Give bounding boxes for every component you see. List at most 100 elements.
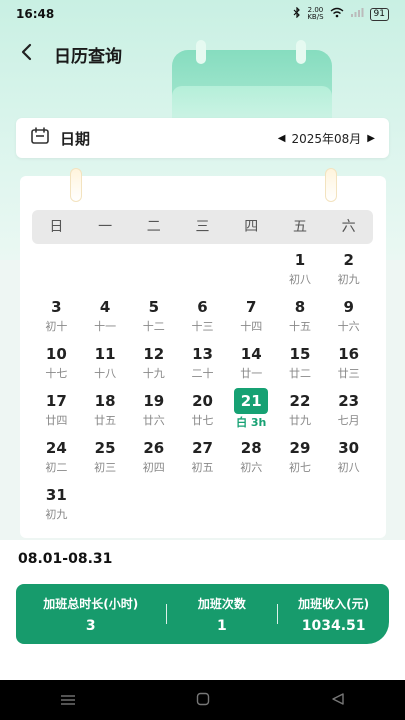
calendar-icon: [30, 126, 50, 150]
calendar-day[interactable]: 28 初六: [227, 438, 276, 485]
day-number: 19: [143, 392, 165, 410]
calendar-day[interactable]: 10 十七: [32, 344, 81, 391]
day-number: 9: [343, 298, 354, 316]
day-number: 30: [338, 439, 360, 457]
calendar-day[interactable]: 23 七月: [324, 391, 373, 438]
lunar-date: 初三: [94, 461, 117, 474]
day-number: 20: [192, 392, 213, 410]
app-header: 日历查询: [0, 36, 405, 72]
lunar-date: 七月: [337, 414, 360, 427]
lunar-date: 初七: [288, 461, 311, 474]
calendar-day[interactable]: 18 廿五: [81, 391, 130, 438]
lunar-date: 十四: [240, 320, 263, 333]
calendar-day[interactable]: 14 廿一: [227, 344, 276, 391]
back-arrow-icon: [20, 43, 32, 65]
calendar-day[interactable]: 17 廿四: [32, 391, 81, 438]
triangle-right-icon[interactable]: ▶: [367, 133, 375, 144]
calendar-day[interactable]: 24 初二: [32, 438, 81, 485]
calendar-day[interactable]: 8 十五: [276, 297, 325, 344]
calendar-week-row: 3 初十 4 十一 5 十二 6 十三 7 十四 8 十五 9 十六: [32, 297, 373, 344]
calendar-day[interactable]: 20 廿七: [178, 391, 227, 438]
lunar-date: 十二: [142, 320, 165, 333]
triangle-left-icon[interactable]: ◀: [278, 133, 286, 144]
calendar-empty-cell: [178, 250, 227, 297]
summary-label: 加班收入(元): [298, 596, 370, 611]
calendar-day[interactable]: 25 初三: [81, 438, 130, 485]
day-number: 5: [148, 298, 160, 316]
weekday-label: 日: [49, 219, 64, 235]
lunar-date: 十八: [94, 367, 117, 380]
calendar-day[interactable]: 26 初四: [129, 438, 178, 485]
date-range-label: 08.01-08.31: [18, 551, 113, 567]
calendar-day[interactable]: 15 廿二: [276, 344, 325, 391]
lunar-date: 十六: [337, 320, 360, 333]
status-time: 16:48: [16, 7, 55, 21]
calendar-day[interactable]: 1 初八: [276, 250, 325, 297]
summary-value: 1034.51: [301, 617, 366, 634]
battery-indicator: 91: [369, 7, 389, 21]
day-number: 6: [197, 298, 208, 316]
calendar-day[interactable]: 16 廿三: [324, 344, 373, 391]
weekday-label: 二: [146, 219, 161, 235]
date-selector-bar: 日期 ◀ 2025年08月 ▶: [16, 118, 389, 158]
calendar-week-row: 1 初八 2 初九: [32, 250, 373, 297]
signal-icon: [350, 7, 364, 21]
status-bar: 16:48 2.00 KB/S 91: [0, 0, 405, 28]
net-speed: 2.00 KB/S: [307, 6, 324, 21]
day-number: 3: [51, 298, 62, 316]
current-month[interactable]: 2025年08月: [291, 130, 361, 147]
day-number: 25: [94, 439, 116, 457]
calendar-day[interactable]: 30 初八: [324, 438, 373, 485]
lunar-date: 初九: [45, 508, 68, 521]
calendar-empty-cell: [129, 250, 178, 297]
calendar-day[interactable]: 4 十一: [81, 297, 130, 344]
menu-icon[interactable]: [60, 691, 76, 710]
day-number: 4: [99, 298, 111, 316]
day-number: 18: [94, 392, 116, 410]
calendar-day[interactable]: 5 十二: [129, 297, 178, 344]
lunar-date: 初八: [337, 461, 360, 474]
calendar-day-selected[interactable]: 21 白 3h: [227, 388, 276, 438]
calendar-day[interactable]: 13 二十: [178, 344, 227, 391]
day-number: 12: [143, 345, 165, 363]
summary-label: 加班总时长(小时): [43, 596, 139, 611]
day-number: 11: [94, 345, 116, 363]
status-icons: 2.00 KB/S 91: [293, 7, 389, 21]
lunar-date: 初四: [142, 461, 165, 474]
day-number: 8: [294, 298, 306, 316]
lunar-date: 初八: [288, 273, 311, 286]
wifi-icon: [330, 7, 344, 21]
calendar-day[interactable]: 3 初十: [32, 297, 81, 344]
calendar-grid: 1 初八 2 初九 3 初十 4 十一 5 十二 6 十三 7 十四 8 十五 9 十六 10 十七 11 十八 12 十九 1…: [32, 250, 373, 532]
overtime-summary: 加班总时长(小时) 3 加班次数 1 加班收入(元) 1034.51: [16, 584, 389, 644]
lunar-date: 初六: [240, 461, 263, 474]
system-nav-bar: [0, 680, 405, 720]
calendar-day[interactable]: 7 十四: [227, 297, 276, 344]
lunar-date: 廿三: [337, 367, 360, 380]
calendar-day[interactable]: 31 初九: [32, 485, 81, 532]
calendar-day[interactable]: 19 廿六: [129, 391, 178, 438]
back-nav-icon[interactable]: [331, 691, 345, 710]
calendar-day[interactable]: 11 十八: [81, 344, 130, 391]
lunar-date: 初九: [337, 273, 360, 286]
summary-value: 1: [217, 617, 227, 634]
calendar-day[interactable]: 6 十三: [178, 297, 227, 344]
summary-label: 加班次数: [197, 596, 246, 611]
lunar-date: 廿九: [288, 414, 311, 427]
calendar-day[interactable]: 2 初九: [324, 250, 373, 297]
lunar-date: 十五: [288, 320, 311, 333]
lunar-date: 初五: [191, 461, 214, 474]
day-number: 26: [143, 439, 165, 457]
home-icon[interactable]: [196, 691, 210, 710]
day-number: 14: [240, 345, 262, 363]
calendar-day[interactable]: 12 十九: [129, 344, 178, 391]
month-picker: ◀ 2025年08月 ▶: [278, 130, 375, 147]
weekday-label: 四: [244, 219, 259, 235]
back-button[interactable]: [6, 36, 46, 72]
lunar-date: 廿七: [191, 414, 214, 427]
calendar-day[interactable]: 29 初七: [276, 438, 325, 485]
calendar-day[interactable]: 27 初五: [178, 438, 227, 485]
lunar-date: 廿五: [94, 414, 117, 427]
calendar-day[interactable]: 22 廿九: [276, 391, 325, 438]
calendar-day[interactable]: 9 十六: [324, 297, 373, 344]
